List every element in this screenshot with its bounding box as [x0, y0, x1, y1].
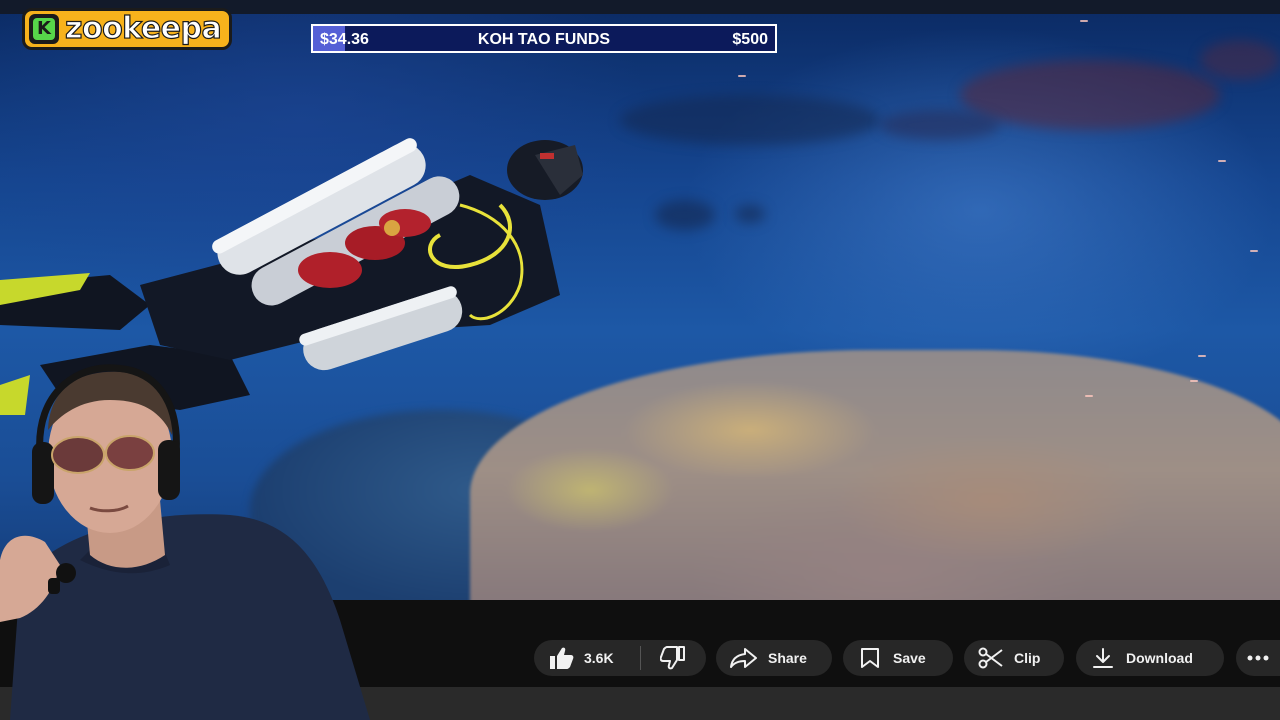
- like-count: 3.6K: [584, 650, 614, 666]
- bookmark-icon: [859, 647, 881, 669]
- particle: [738, 75, 746, 77]
- download-icon: [1092, 647, 1114, 669]
- clip-label: Clip: [1014, 650, 1041, 666]
- particle: [1080, 20, 1088, 22]
- download-label: Download: [1126, 650, 1193, 666]
- fish-silhouette: [655, 200, 715, 230]
- share-button[interactable]: Share: [716, 640, 832, 676]
- more-actions-button[interactable]: [1236, 640, 1280, 676]
- like-button[interactable]: 3.6K: [534, 640, 640, 676]
- fish-silhouette: [735, 205, 765, 223]
- surface-shadow: [960, 60, 1220, 130]
- channel-logo: K zookeepa: [22, 8, 233, 50]
- more-horizontal-icon: [1247, 655, 1269, 661]
- save-button[interactable]: Save: [843, 640, 953, 676]
- webcam-presenter: [0, 364, 370, 720]
- particle: [1250, 250, 1258, 252]
- surface-shadow: [880, 110, 1000, 140]
- surface-shadow: [1200, 40, 1280, 80]
- particle: [1218, 160, 1226, 162]
- funds-target-amount: $500: [732, 31, 768, 48]
- particle: [1198, 355, 1206, 357]
- thumbs-down-icon: [660, 646, 686, 670]
- save-label: Save: [893, 650, 926, 666]
- share-arrow-icon: [730, 647, 758, 669]
- download-button[interactable]: Download: [1076, 640, 1224, 676]
- share-label: Share: [768, 650, 807, 666]
- particle: [1190, 380, 1198, 382]
- funds-progress-bar: $34.36 KOH TAO FUNDS $500: [311, 24, 777, 53]
- funds-title: KOH TAO FUNDS: [477, 31, 611, 48]
- logo-badge: K: [29, 14, 59, 44]
- logo-letter: K: [33, 18, 55, 40]
- surface-shadow: [620, 95, 880, 145]
- logo-wordmark: zookeepa: [64, 11, 222, 46]
- dislike-button[interactable]: [641, 640, 705, 676]
- particle: [1085, 395, 1093, 397]
- clip-button[interactable]: Clip: [964, 640, 1064, 676]
- scissors-icon: [978, 647, 1004, 669]
- thumbs-up-icon: [548, 646, 574, 670]
- like-dislike-group: 3.6K: [534, 640, 706, 676]
